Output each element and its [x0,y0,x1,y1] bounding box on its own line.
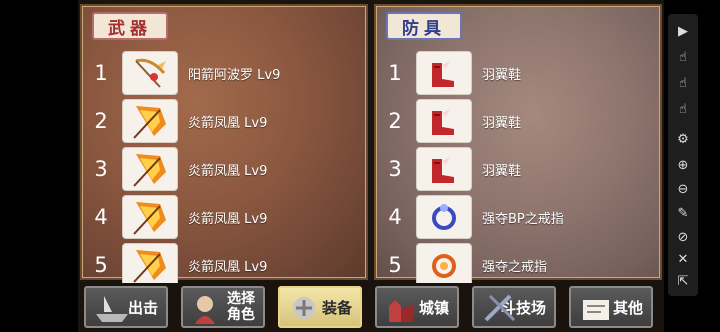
weapon-row[interactable]: 4 炎箭凤凰 Lv9 [82,194,366,240]
equip-button[interactable]: 装备 [278,286,362,328]
tap-icon[interactable]: ☝ [670,98,696,120]
weapon-row[interactable]: 5 炎箭凤凰 Lv9 [82,242,366,288]
script-icon[interactable]: ✎ [670,202,696,224]
item-name: 阳箭阿波罗 Lv9 [188,67,281,83]
weapon-row[interactable]: 2 炎箭凤凰 Lv9 [82,98,366,144]
equip-label: 装备 [321,298,352,317]
item-name: 炎箭凤凰 Lv9 [188,163,268,179]
play-icon[interactable]: ▶ [670,20,696,42]
fire-bow-icon [122,147,178,191]
item-name: 炎箭凤凰 Lv9 [188,211,268,227]
item-name: 炎箭凤凰 Lv9 [188,115,268,131]
select-character-button[interactable]: 选择 角色 [181,286,265,328]
golden-bow-icon [122,51,178,95]
gear-icon[interactable]: ⚙ [670,128,696,150]
item-name: 羽翼鞋 [482,67,522,83]
equipment-icon [286,292,326,330]
plus-icon[interactable]: ⊕ [670,154,696,176]
eye-off-icon[interactable]: ⊘ [670,226,696,248]
select-character-label: 选择 角色 [227,291,255,323]
fire-bow-icon [122,243,178,287]
winged-boots-icon [416,51,472,95]
arena-button[interactable]: 斗技场 [472,286,556,328]
armor-row[interactable]: 2 羽翼鞋 [376,98,660,144]
row-index: 3 [388,157,402,181]
sortie-label: 出击 [127,298,158,317]
row-index: 5 [94,253,108,277]
item-name: 羽翼鞋 [482,115,522,131]
other-label: 其他 [612,298,643,317]
collapse-icon[interactable]: ⇱ [670,270,696,292]
tap-icon[interactable]: ☝ [670,46,696,68]
castle-icon [383,292,423,330]
item-name: 强夺BP之戒指 [482,211,564,227]
other-button[interactable]: 其他 [569,286,653,328]
ship-icon [92,292,132,330]
game-screen: 武器 1 阳箭阿波罗 Lv9 2 炎箭凤凰 Lv9 3 炎箭凤凰 Lv9 4 炎… [0,0,720,332]
swords-icon [480,292,520,330]
sortie-button[interactable]: 出击 [84,286,168,328]
armor-panel-title: 防具 [386,12,462,40]
armor-row[interactable]: 1 羽翼鞋 [376,50,660,96]
row-index: 4 [94,205,108,229]
weapon-panel-title: 武器 [92,12,168,40]
row-index: 4 [388,205,402,229]
armor-row[interactable]: 4 强夺BP之戒指 [376,194,660,240]
row-index: 2 [388,109,402,133]
red-ring-icon [416,243,472,287]
row-index: 1 [94,61,108,85]
scroll-icon [577,292,617,330]
minus-icon[interactable]: ⊖ [670,178,696,200]
item-name: 羽翼鞋 [482,163,522,179]
row-index: 3 [94,157,108,181]
row-index: 1 [388,61,402,85]
row-index: 5 [388,253,402,277]
castle-button[interactable]: 城镇 [375,286,459,328]
close-icon[interactable]: ✕ [670,248,696,270]
character-icon [189,292,229,330]
armor-panel: 防具 1 羽翼鞋 2 羽翼鞋 3 羽翼鞋 4 强夺BP之戒指 5 强夺之戒指 [374,4,662,287]
armor-row[interactable]: 5 强夺之戒指 [376,242,660,288]
winged-boots-icon [416,147,472,191]
weapon-row[interactable]: 1 阳箭阿波罗 Lv9 [82,50,366,96]
blue-ring-icon [416,195,472,239]
select-character-line2: 角色 [227,307,255,323]
left-border [0,0,78,332]
item-name: 炎箭凤凰 Lv9 [188,259,268,275]
castle-label: 城镇 [418,298,449,317]
weapon-panel: 武器 1 阳箭阿波罗 Lv9 2 炎箭凤凰 Lv9 3 炎箭凤凰 Lv9 4 炎… [80,4,368,287]
tap-icon[interactable]: ☝ [670,72,696,94]
winged-boots-icon [416,99,472,143]
select-character-line1: 选择 [227,291,255,307]
fire-bow-icon [122,195,178,239]
row-index: 2 [94,109,108,133]
item-name: 强夺之戒指 [482,259,548,275]
weapon-row[interactable]: 3 炎箭凤凰 Lv9 [82,146,366,192]
fire-bow-icon [122,99,178,143]
armor-row[interactable]: 3 羽翼鞋 [376,146,660,192]
